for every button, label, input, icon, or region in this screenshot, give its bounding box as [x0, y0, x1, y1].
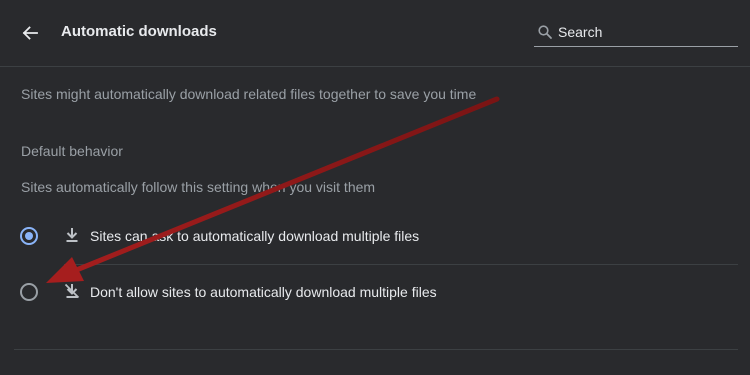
settings-panel: Automatic downloads Sites might automati… [0, 0, 750, 375]
back-button[interactable] [14, 18, 46, 48]
option-allow-ask[interactable]: Sites can ask to automatically download … [14, 209, 738, 263]
download-off-icon [64, 283, 80, 299]
page-header: Automatic downloads [0, 0, 750, 66]
arrow-back-icon [22, 26, 38, 40]
search-field[interactable] [534, 19, 738, 47]
page-title: Automatic downloads [61, 23, 217, 40]
search-input[interactable] [558, 22, 734, 42]
page-description: Sites might automatically download relat… [21, 86, 477, 102]
section-title-default-behavior: Default behavior [21, 143, 123, 159]
option-block[interactable]: Don't allow sites to automatically downl… [14, 265, 738, 319]
section-subtitle: Sites automatically follow this setting … [21, 179, 376, 195]
option-label: Don't allow sites to automatically downl… [90, 284, 437, 300]
search-icon [538, 25, 552, 39]
radio-allow-ask[interactable] [20, 227, 38, 245]
bottom-divider [14, 349, 738, 350]
download-icon [66, 228, 78, 242]
header-divider [0, 66, 750, 67]
radio-block[interactable] [20, 283, 38, 301]
option-label: Sites can ask to automatically download … [90, 228, 420, 244]
